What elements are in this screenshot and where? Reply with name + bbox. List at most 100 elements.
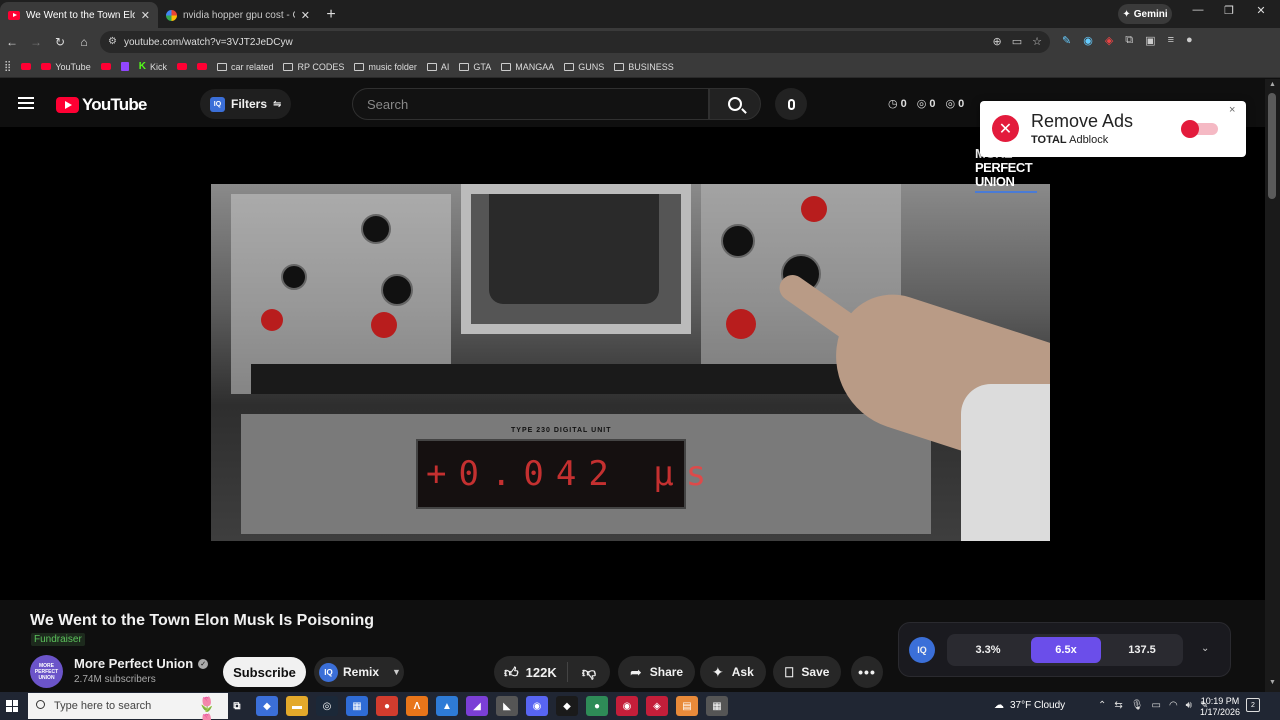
close-icon[interactable]: × bbox=[1229, 104, 1235, 116]
bookmark-star-icon[interactable]: ☆ bbox=[1032, 35, 1042, 48]
bookmark-kick[interactable]: K Kick bbox=[139, 61, 167, 72]
adblock-toggle-knob[interactable] bbox=[1181, 120, 1199, 138]
bookmark-youtube-shortcut[interactable] bbox=[21, 63, 32, 70]
gemini-button[interactable]: ✦ Gemini bbox=[1118, 4, 1172, 24]
chrome-icon[interactable]: ● bbox=[376, 696, 398, 716]
menu-lines-icon[interactable]: ≡ bbox=[1168, 34, 1174, 47]
more-actions-button[interactable]: ••• bbox=[851, 656, 883, 688]
weather-widget[interactable]: ☁ 37°F Cloudy bbox=[994, 700, 1065, 711]
steam-icon[interactable]: ◎ bbox=[316, 696, 338, 716]
voice-search-button[interactable] bbox=[775, 88, 807, 120]
iq-icon[interactable]: IQ bbox=[909, 637, 935, 663]
search-input[interactable]: Search bbox=[352, 88, 709, 120]
address-bar[interactable]: ⚙ youtube.com/watch?v=3VJT2JeDCyw ⊕ ▭ ☆ bbox=[100, 31, 1050, 53]
restore-button[interactable]: ❐ bbox=[1214, 4, 1244, 17]
app-icon[interactable]: ◆ bbox=[556, 696, 578, 716]
bookmark-folder-business[interactable]: BUSINESS bbox=[614, 62, 674, 72]
chevron-up-icon[interactable]: ⌃ bbox=[1098, 700, 1106, 711]
tab-close-icon[interactable]: ✕ bbox=[141, 9, 150, 22]
save-button[interactable]: ⎕ Save bbox=[773, 656, 842, 688]
zoom-icon[interactable]: ⊕ bbox=[993, 35, 1002, 48]
notes-icon[interactable]: ▤ bbox=[676, 696, 698, 716]
bookmark-folder-mangaa[interactable]: MANGAA bbox=[501, 62, 554, 72]
channel-name[interactable]: More Perfect Union ✓ bbox=[74, 656, 209, 671]
app-icon[interactable]: ▲ bbox=[436, 696, 458, 716]
ask-button[interactable]: ✦ Ask bbox=[700, 656, 766, 688]
file-explorer-icon[interactable]: ▬ bbox=[286, 696, 308, 716]
windows-start-icon[interactable] bbox=[6, 700, 18, 712]
filters-button[interactable]: IQ Filters ⇋ bbox=[200, 89, 292, 119]
video-frame[interactable]: TYPE 230 DIGITAL UNIT +0.042 μs bbox=[211, 184, 1050, 541]
tab-google-search[interactable]: nvidia hopper gpu cost - Goog ✕ bbox=[158, 2, 318, 28]
counter-hidden[interactable]: ◎ 0 bbox=[945, 97, 964, 111]
extension-icon[interactable]: ◉ bbox=[1083, 34, 1093, 47]
calculator-icon[interactable]: ▦ bbox=[706, 696, 728, 716]
mic-icon[interactable]: 🎙︎ bbox=[1131, 700, 1144, 711]
extension-icon[interactable]: ✎ bbox=[1062, 34, 1071, 47]
speed-option[interactable]: 137.5 bbox=[1107, 637, 1177, 663]
scroll-down-icon[interactable]: ▼ bbox=[1269, 679, 1276, 686]
counter-clock[interactable]: ◷ 0 bbox=[888, 97, 907, 111]
app-icon[interactable]: ◉ bbox=[616, 696, 638, 716]
app-icon[interactable]: ◈ bbox=[646, 696, 668, 716]
bookmark-folder-car-related[interactable]: car related bbox=[216, 62, 273, 72]
cast-icon[interactable]: ▭ bbox=[1012, 35, 1022, 48]
volume-icon[interactable]: 🔊︎ bbox=[1186, 700, 1192, 711]
chevron-down-icon[interactable]: ⌄ bbox=[1201, 643, 1209, 654]
like-button[interactable]: 👍︎ 122K bbox=[494, 662, 568, 682]
app-icon[interactable]: ◢ bbox=[466, 696, 488, 716]
back-arrow-icon[interactable]: ← bbox=[0, 35, 24, 49]
bookmark-folder-music[interactable]: music folder bbox=[354, 62, 417, 72]
copilot-icon[interactable]: ◆ bbox=[256, 696, 278, 716]
bookmark-folder-gta[interactable]: GTA bbox=[459, 62, 491, 72]
bookmark-folder-rp-codes[interactable]: RP CODES bbox=[283, 62, 344, 72]
tab-close-icon[interactable]: ✕ bbox=[301, 9, 310, 22]
notification-icon[interactable]: 2 bbox=[1246, 698, 1260, 712]
search-button[interactable] bbox=[709, 88, 761, 120]
page-scrollbar[interactable]: ▲ ▼ bbox=[1265, 79, 1280, 692]
remix-button[interactable]: IQ Remix ▼ bbox=[314, 657, 404, 687]
bookmark-twitch[interactable] bbox=[120, 62, 129, 71]
taskbar-search-input[interactable]: Type here to search 🌷🌷 bbox=[28, 693, 228, 720]
sidepanel-icon[interactable]: ▣ bbox=[1145, 34, 1155, 47]
chrome-active-icon[interactable]: ● bbox=[586, 696, 608, 716]
share-button[interactable]: ➦ Share bbox=[618, 656, 696, 688]
avatar[interactable]: MORE PERFECT UNION bbox=[30, 655, 63, 688]
video-player[interactable]: TYPE 230 DIGITAL UNIT +0.042 μs MORE PER… bbox=[0, 127, 1265, 600]
tab-youtube-video[interactable]: We Went to the Town Elon Mus ✕ bbox=[0, 2, 158, 28]
fundraiser-badge[interactable]: Fundraiser bbox=[31, 633, 85, 646]
reload-icon[interactable]: ↻ bbox=[48, 35, 72, 49]
puzzle-icon[interactable]: ⧉ bbox=[1125, 34, 1133, 47]
new-tab-button[interactable]: + bbox=[318, 2, 344, 28]
bookmark-youtube-shortcut[interactable] bbox=[100, 63, 111, 70]
network-icon[interactable]: ⇆ bbox=[1114, 700, 1122, 711]
forward-arrow-icon[interactable]: → bbox=[24, 35, 48, 49]
app-icon[interactable]: Λ bbox=[406, 696, 428, 716]
site-info-icon[interactable]: ⚙ bbox=[108, 36, 117, 47]
dislike-button[interactable]: 👎︎ bbox=[568, 664, 610, 681]
discord-icon[interactable]: ◉ bbox=[526, 696, 548, 716]
usb-icon[interactable]: ▭ bbox=[1151, 700, 1160, 711]
home-icon[interactable]: ⌂ bbox=[72, 35, 96, 49]
chevron-down-icon[interactable]: ▼ bbox=[392, 667, 401, 677]
store-icon[interactable]: ▦ bbox=[346, 696, 368, 716]
speed-option-selected[interactable]: 6.5x bbox=[1031, 637, 1101, 663]
youtube-logo[interactable]: YouTube bbox=[56, 95, 147, 115]
bookmark-youtube[interactable]: YouTube bbox=[41, 62, 91, 72]
taskbar-clock[interactable]: 10:19 PM 1/17/2026 bbox=[1200, 696, 1240, 718]
wifi-icon[interactable]: ◠ bbox=[1169, 700, 1178, 711]
app-icon[interactable]: ◣ bbox=[496, 696, 518, 716]
extension-icon[interactable]: ◈ bbox=[1105, 34, 1113, 47]
speed-option[interactable]: 3.3% bbox=[953, 637, 1023, 663]
hamburger-menu-icon[interactable] bbox=[18, 97, 34, 109]
bookmark-youtube-shortcut[interactable] bbox=[196, 63, 207, 70]
minimize-button[interactable]: — bbox=[1183, 4, 1213, 16]
task-view-icon[interactable]: ⧉ bbox=[226, 696, 248, 716]
profile-icon[interactable]: ● bbox=[1186, 34, 1193, 47]
subscribe-button[interactable]: Subscribe bbox=[223, 657, 306, 687]
counter-views[interactable]: ◎ 0 bbox=[917, 97, 936, 111]
bookmark-folder-ai[interactable]: AI bbox=[426, 62, 449, 72]
scroll-up-icon[interactable]: ▲ bbox=[1269, 81, 1276, 88]
apps-grid-icon[interactable]: ⣿ bbox=[4, 61, 11, 72]
bookmark-folder-guns[interactable]: GUNS bbox=[564, 62, 604, 72]
